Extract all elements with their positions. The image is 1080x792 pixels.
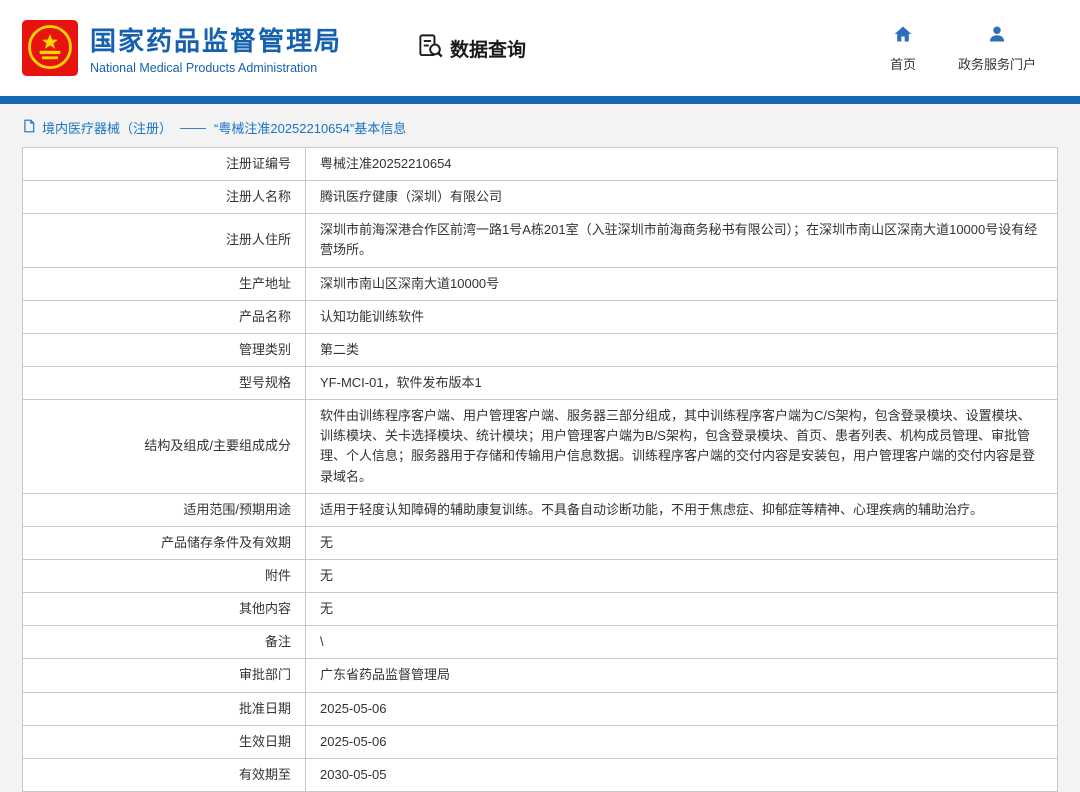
data-query-icon [417, 32, 444, 64]
table-row: 注册人名称腾讯医疗健康（深圳）有限公司 [23, 181, 1058, 214]
home-icon [893, 24, 913, 49]
registration-info-table: 注册证编号粤械注准20252210654注册人名称腾讯医疗健康（深圳）有限公司注… [22, 147, 1058, 792]
table-row: 批准日期2025-05-06 [23, 692, 1058, 725]
row-label: 审批部门 [23, 659, 306, 692]
table-row: 产品储存条件及有效期无 [23, 526, 1058, 559]
table-row: 结构及组成/主要组成成分软件由训练程序客户端、用户管理客户端、服务器三部分组成，… [23, 400, 1058, 494]
row-label: 注册证编号 [23, 148, 306, 181]
table-row: 注册证编号粤械注准20252210654 [23, 148, 1058, 181]
row-value: 2025-05-06 [306, 692, 1058, 725]
table-row: 管理类别第二类 [23, 333, 1058, 366]
row-value: 深圳市前海深港合作区前湾一路1号A栋201室（入驻深圳市前海商务秘书有限公司）；… [306, 214, 1058, 267]
org-name-en: National Medical Products Administration [90, 61, 342, 75]
row-label: 结构及组成/主要组成成分 [23, 400, 306, 494]
data-query-nav[interactable]: 数据查询 [417, 32, 526, 64]
nav-item-home[interactable]: 首页 [890, 24, 916, 73]
row-label: 产品储存条件及有效期 [23, 526, 306, 559]
breadcrumb-current: “粤械注准20252210654”基本信息 [214, 118, 406, 137]
row-value: 适用于轻度认知障碍的辅助康复训练。不具备自动诊断功能，不用于焦虑症、抑郁症等精神… [306, 493, 1058, 526]
row-label: 型号规格 [23, 366, 306, 399]
row-label: 批准日期 [23, 692, 306, 725]
nav-item-label: 首页 [890, 54, 916, 73]
table-row: 有效期至2030-05-05 [23, 758, 1058, 791]
table-row: 注册人住所深圳市前海深港合作区前湾一路1号A栋201室（入驻深圳市前海商务秘书有… [23, 214, 1058, 267]
national-emblem-logo [22, 20, 78, 76]
breadcrumb-separator: —— [180, 120, 206, 135]
row-label: 附件 [23, 559, 306, 592]
table-row: 生产地址深圳市南山区深南大道10000号 [23, 267, 1058, 300]
table-row: 生效日期2025-05-06 [23, 725, 1058, 758]
table-row: 产品名称认知功能训练软件 [23, 300, 1058, 333]
row-label: 其他内容 [23, 593, 306, 626]
row-value: 软件由训练程序客户端、用户管理客户端、服务器三部分组成，其中训练程序客户端为C/… [306, 400, 1058, 494]
header-right-nav: 首页 政务服务门户 [890, 24, 1036, 73]
row-value: 无 [306, 526, 1058, 559]
row-label: 产品名称 [23, 300, 306, 333]
table-row: 附件无 [23, 559, 1058, 592]
user-icon [987, 24, 1007, 49]
main-content: 境内医疗器械（注册） —— “粤械注准20252210654”基本信息 注册证编… [0, 104, 1080, 792]
row-value: 无 [306, 559, 1058, 592]
row-label: 生效日期 [23, 725, 306, 758]
row-value: 无 [306, 593, 1058, 626]
header-accent-bar [0, 96, 1080, 104]
nav-item-label: 政务服务门户 [958, 54, 1036, 73]
breadcrumb: 境内医疗器械（注册） —— “粤械注准20252210654”基本信息 [22, 118, 1058, 137]
org-names: 国家药品监督管理局 National Medical Products Admi… [90, 21, 342, 75]
row-label: 注册人住所 [23, 214, 306, 267]
row-value: 第二类 [306, 333, 1058, 366]
row-value: 粤械注准20252210654 [306, 148, 1058, 181]
table-row: 适用范围/预期用途适用于轻度认知障碍的辅助康复训练。不具备自动诊断功能，不用于焦… [23, 493, 1058, 526]
row-label: 有效期至 [23, 758, 306, 791]
nav-item-portal[interactable]: 政务服务门户 [958, 24, 1036, 73]
data-query-label: 数据查询 [450, 35, 526, 62]
row-label: 注册人名称 [23, 181, 306, 214]
site-header: 国家药品监督管理局 National Medical Products Admi… [0, 0, 1080, 96]
row-label: 备注 [23, 626, 306, 659]
org-name-cn: 国家药品监督管理局 [90, 21, 342, 58]
table-row: 审批部门广东省药品监督管理局 [23, 659, 1058, 692]
logo-area[interactable]: 国家药品监督管理局 National Medical Products Admi… [22, 20, 342, 76]
row-value: 2030-05-05 [306, 758, 1058, 791]
row-value: 腾讯医疗健康（深圳）有限公司 [306, 181, 1058, 214]
table-row: 型号规格YF-MCI-01，软件发布版本1 [23, 366, 1058, 399]
row-label: 生产地址 [23, 267, 306, 300]
row-value: 广东省药品监督管理局 [306, 659, 1058, 692]
breadcrumb-doc-icon [22, 119, 36, 136]
row-value: 认知功能训练软件 [306, 300, 1058, 333]
table-row: 其他内容无 [23, 593, 1058, 626]
row-value: 2025-05-06 [306, 725, 1058, 758]
info-table-body: 注册证编号粤械注准20252210654注册人名称腾讯医疗健康（深圳）有限公司注… [23, 148, 1058, 792]
row-label: 适用范围/预期用途 [23, 493, 306, 526]
row-value: \ [306, 626, 1058, 659]
row-value: 深圳市南山区深南大道10000号 [306, 267, 1058, 300]
breadcrumb-root[interactable]: 境内医疗器械（注册） [42, 118, 172, 137]
row-label: 管理类别 [23, 333, 306, 366]
row-value: YF-MCI-01，软件发布版本1 [306, 366, 1058, 399]
table-row: 备注\ [23, 626, 1058, 659]
